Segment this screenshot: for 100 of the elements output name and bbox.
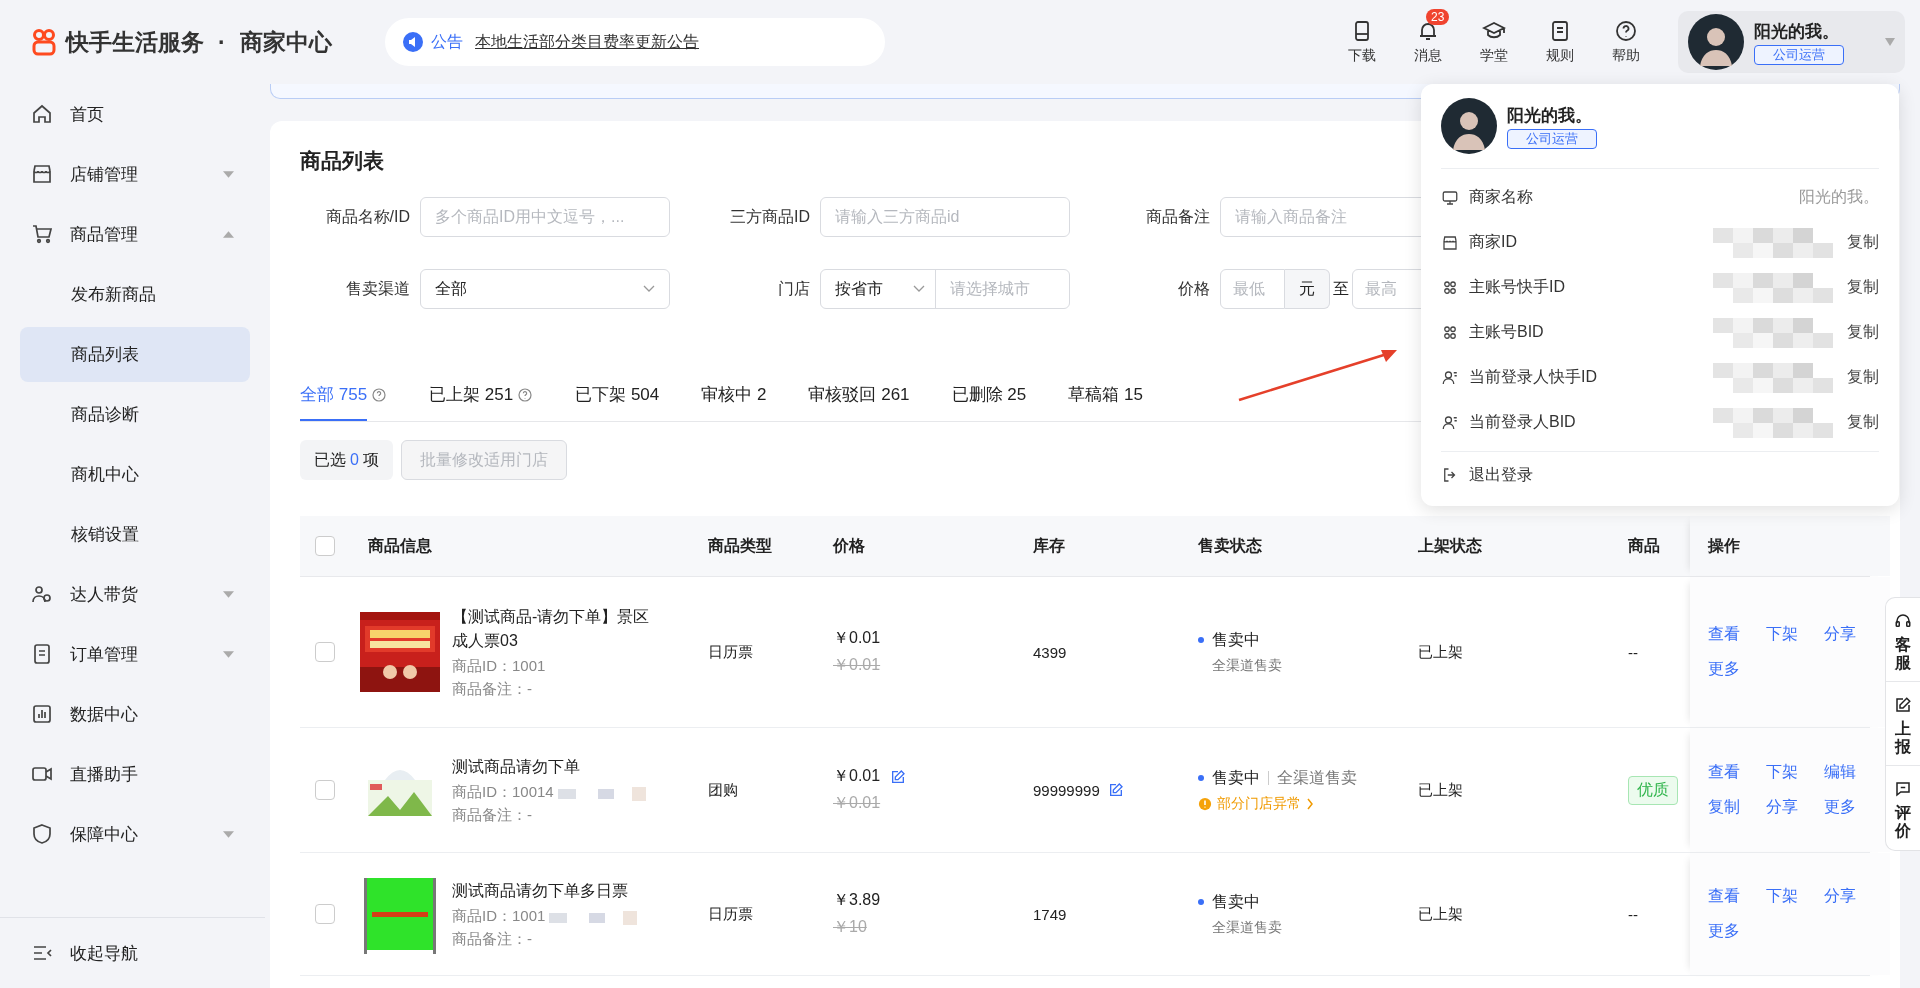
action-link[interactable]: 更多	[1708, 659, 1766, 680]
edit-icon[interactable]	[1107, 782, 1124, 798]
toolbar-button[interactable]: 帮助	[1602, 9, 1650, 65]
notice-link[interactable]: 本地生活部分类目费率更新公告	[475, 31, 699, 53]
side-tool-button[interactable]: 客服	[1886, 598, 1920, 683]
checkbox[interactable]	[315, 780, 335, 800]
filter-label: 售卖渠道	[345, 278, 410, 299]
speaker-icon	[403, 32, 423, 52]
sidebar-item[interactable]: 达人带货	[20, 566, 250, 622]
table-cell: 4399	[1033, 643, 1067, 661]
sidebar-subitem[interactable]: 发布新商品	[20, 266, 250, 322]
info-label: 当前登录人快手ID	[1469, 367, 1597, 387]
role-tag: 公司运营	[1507, 128, 1597, 149]
account-button[interactable]: 阳光的我。 公司运营	[1678, 11, 1905, 73]
table-cell: 日历票	[708, 904, 753, 924]
side-tool-button[interactable]: 上报	[1886, 682, 1920, 767]
collapse-nav-button[interactable]: 收起导航	[0, 917, 265, 988]
action-link[interactable]: 下架	[1766, 886, 1824, 907]
table-cell: 团购	[708, 780, 738, 800]
shield-icon	[30, 822, 54, 846]
notification-badge: 23	[1426, 9, 1450, 25]
status-dot	[1198, 637, 1204, 643]
sidebar-item[interactable]: 保障中心	[20, 806, 250, 862]
brand-name: 快手生活服务	[66, 27, 204, 57]
copy-link[interactable]: 复制	[1847, 322, 1879, 343]
toolbar-button[interactable]: 消息 23	[1404, 9, 1452, 65]
city-input[interactable]: 请选择城市	[936, 270, 1069, 308]
info-value: 阳光的我。	[1799, 187, 1879, 207]
notice-label: 公告	[431, 31, 463, 52]
info-label: 商家ID	[1469, 232, 1517, 252]
toolbar-button[interactable]: 规则	[1536, 9, 1584, 65]
action-link[interactable]: 分享	[1766, 797, 1824, 818]
warning-icon	[1198, 796, 1212, 811]
sidebar-item[interactable]: 店铺管理	[20, 146, 250, 202]
action-link[interactable]: 编辑	[1824, 762, 1882, 783]
copy-link[interactable]: 复制	[1847, 412, 1879, 433]
action-link[interactable]: 更多	[1708, 921, 1766, 942]
side-tool-button[interactable]: 评价	[1886, 766, 1920, 850]
action-link[interactable]: 分享	[1824, 624, 1882, 645]
table-cell: 1749	[1033, 905, 1067, 923]
toolbar-button[interactable]: 下载	[1338, 9, 1386, 65]
sidebar-subitem[interactable]: 商品列表	[20, 326, 250, 382]
select-field[interactable]: 按省市	[821, 270, 936, 308]
tab[interactable]: 已删除 25	[951, 369, 1027, 421]
action-link[interactable]: 复制	[1708, 797, 1766, 818]
comment-icon	[1894, 780, 1912, 799]
action-link[interactable]: 查看	[1708, 886, 1766, 907]
product-id: 商品ID：1001	[452, 907, 546, 926]
role-tag: 公司运营	[1754, 44, 1844, 65]
action-link[interactable]: 下架	[1766, 624, 1824, 645]
price: ￥0.01	[833, 628, 881, 648]
action-link[interactable]: 下架	[1766, 762, 1824, 783]
brand-separator: ·	[217, 28, 227, 56]
toolbar-button[interactable]: 学堂	[1470, 9, 1518, 65]
monitor-icon	[1441, 188, 1459, 207]
selection-count: 已选 0 项	[300, 440, 393, 480]
sidebar-subitem[interactable]: 核销设置	[20, 506, 250, 562]
action-link[interactable]: 查看	[1708, 624, 1766, 645]
avatar-icon	[1441, 98, 1497, 154]
checkbox[interactable]	[315, 904, 335, 924]
product-title: 测试商品请勿下单多日票	[452, 881, 629, 901]
edit-icon[interactable]	[890, 768, 907, 785]
group-icon	[1441, 278, 1459, 297]
column-header: 商品信息	[368, 535, 432, 556]
status-dot	[1198, 775, 1204, 781]
select-field[interactable]: 全部	[420, 269, 670, 309]
edit-icon	[1894, 696, 1912, 715]
column-header: 库存	[1033, 535, 1065, 556]
min-price-input[interactable]: 最低	[1220, 269, 1285, 309]
copy-link[interactable]: 复制	[1847, 232, 1879, 253]
action-link[interactable]: 分享	[1824, 886, 1882, 907]
copy-link[interactable]: 复制	[1847, 367, 1879, 388]
sidebar-subitem[interactable]: 商品诊断	[20, 386, 250, 442]
tab[interactable]: 已上架 251	[429, 369, 514, 421]
tab[interactable]: 审核驳回 261	[808, 369, 910, 421]
range-separator: 至	[1332, 278, 1350, 299]
sidebar-item[interactable]: 订单管理	[20, 626, 250, 682]
filter-label: 商品备注	[1145, 206, 1210, 227]
unit-label: 元	[1285, 269, 1330, 309]
user-name: 阳光的我。	[1507, 104, 1592, 127]
sidebar-item[interactable]: 商品管理	[20, 206, 250, 262]
sidebar-item[interactable]: 直播助手	[20, 746, 250, 802]
action-link[interactable]: 更多	[1824, 797, 1882, 818]
input-field[interactable]: 多个商品ID用中文逗号，...	[420, 197, 670, 237]
product-id: 商品ID：1001	[452, 657, 546, 676]
action-link[interactable]: 查看	[1708, 762, 1766, 783]
tab[interactable]: 全部 755	[300, 369, 368, 421]
tab[interactable]: 已下架 504	[575, 369, 660, 421]
tab[interactable]: 草稿箱 15	[1068, 369, 1143, 421]
filter-label: 三方商品ID	[729, 206, 810, 227]
sidebar-item[interactable]: 首页	[20, 86, 250, 142]
input-field[interactable]: 请输入三方商品id	[820, 197, 1070, 237]
sidebar-subitem[interactable]: 商机中心	[20, 446, 250, 502]
tab[interactable]: 审核中 2	[701, 369, 767, 421]
checkbox[interactable]	[315, 536, 335, 556]
sidebar-item[interactable]: 数据中心	[20, 686, 250, 742]
store-filter-field[interactable]: 按省市 请选择城市	[820, 269, 1070, 309]
checkbox[interactable]	[315, 642, 335, 662]
logout-item[interactable]: 退出登录	[1441, 452, 1879, 498]
copy-link[interactable]: 复制	[1847, 277, 1879, 298]
